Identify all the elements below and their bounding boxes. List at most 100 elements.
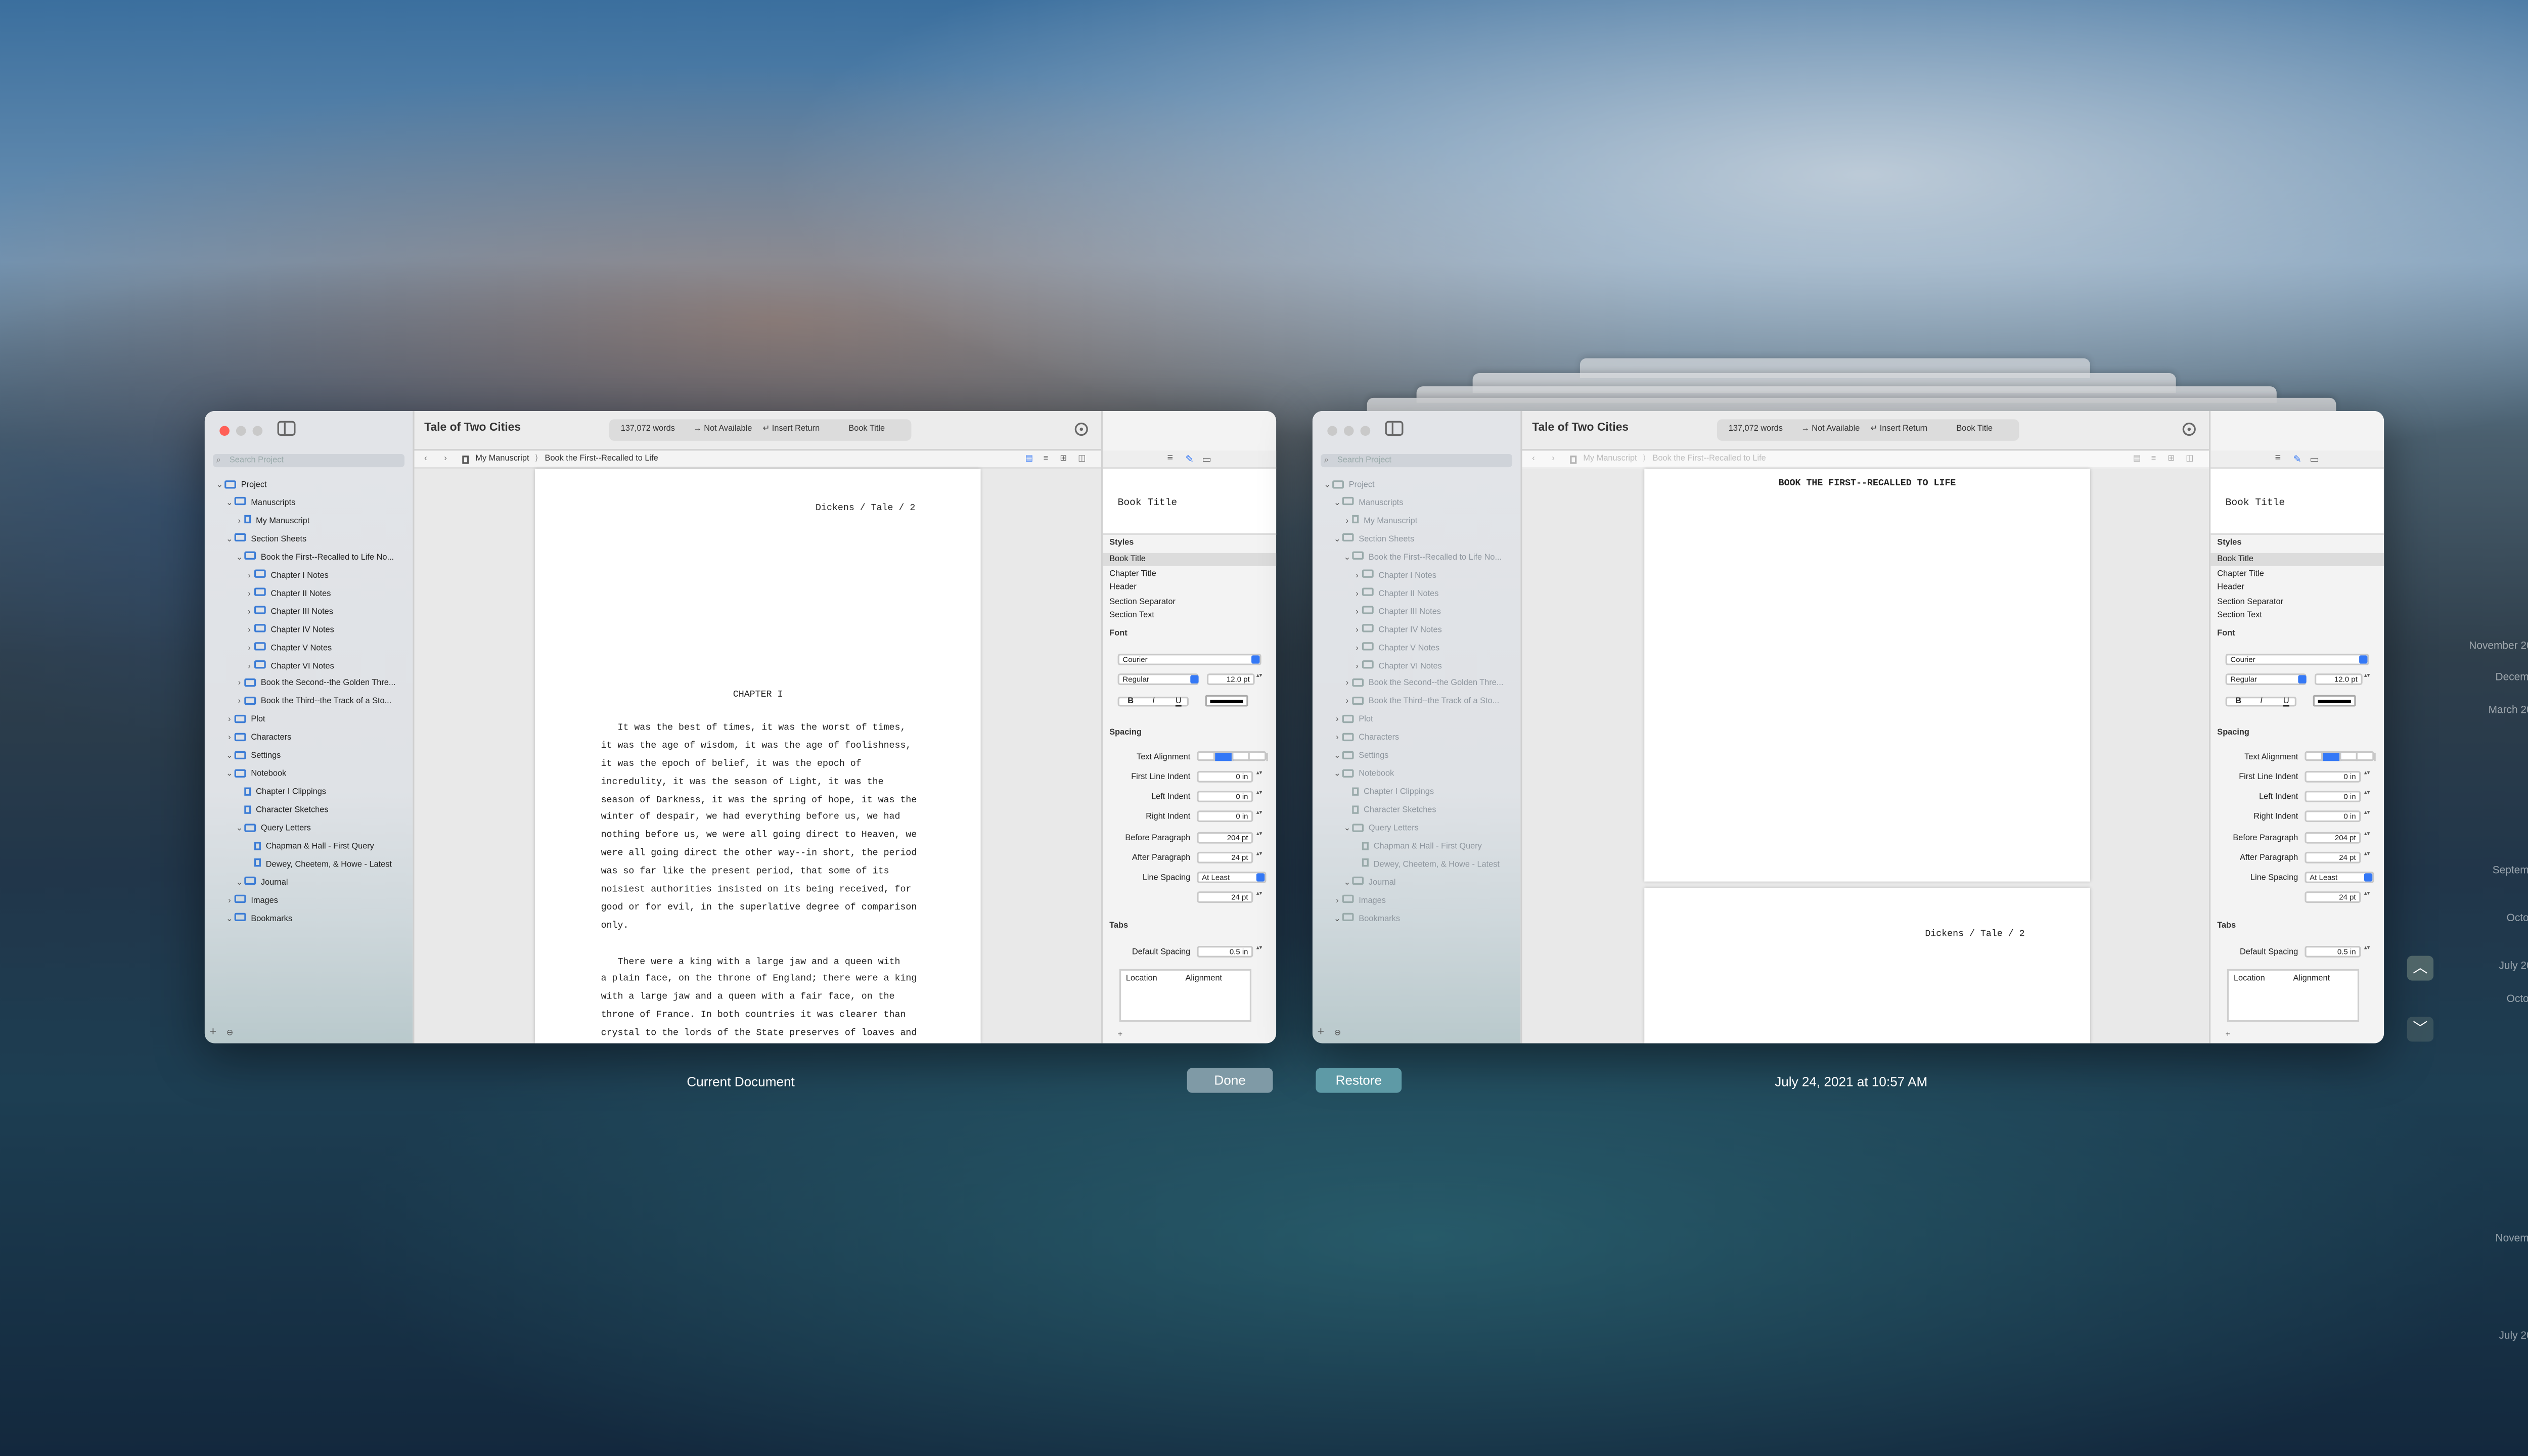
forward-arrow-icon[interactable]: ›: [444, 450, 446, 469]
chevron-right-icon[interactable]: ›: [224, 730, 235, 747]
add-tab-icon[interactable]: +: [1118, 1030, 1123, 1040]
binder-item[interactable]: › Chapter IV Notes: [244, 622, 334, 639]
binder-item[interactable]: Chapter I Clippings: [235, 784, 326, 801]
style-item[interactable]: Chapter Title: [1109, 567, 1275, 580]
left-indent-stepper[interactable]: ▴▾: [1256, 790, 1262, 802]
binder-item[interactable]: Character Sketches: [235, 802, 329, 819]
binder-item[interactable]: › Chapter III Notes: [244, 604, 333, 620]
font-size-stepper[interactable]: ▴▾: [1256, 672, 1262, 685]
outline-icon[interactable]: ≡: [1044, 450, 1049, 469]
binder-item[interactable]: ⌄ Bookmarks: [224, 911, 292, 928]
text-color-swatch[interactable]: [1205, 695, 1248, 707]
manuscript-body[interactable]: It was the best of times, it was the wor…: [601, 720, 981, 1043]
binder-item[interactable]: ⌄ Manuscripts: [224, 495, 295, 512]
word-count[interactable]: 137,072 words: [621, 419, 675, 440]
align-justify-icon[interactable]: [1250, 752, 1268, 761]
font-weight-select[interactable]: Regular: [1117, 673, 1199, 686]
timeline-label[interactable]: July 2020: [2499, 961, 2528, 972]
newer-snapshot-button[interactable]: ︿: [2407, 956, 2434, 981]
first-line-indent-field[interactable]: 0 in: [1197, 770, 1253, 783]
done-button[interactable]: Done: [1187, 1068, 1273, 1093]
sidebar-toggle-icon[interactable]: [277, 421, 296, 436]
binder-item[interactable]: › Images: [224, 893, 278, 909]
binder-item[interactable]: › Characters: [224, 730, 291, 747]
binder-item[interactable]: › Chapter V Notes: [244, 640, 332, 656]
chevron-right-icon[interactable]: ›: [244, 658, 254, 674]
chevron-right-icon[interactable]: ›: [235, 694, 245, 711]
style-item[interactable]: Header: [1109, 581, 1275, 595]
chevron-right-icon[interactable]: ›: [244, 604, 254, 620]
chevron-right-icon[interactable]: ›: [235, 513, 245, 530]
back-arrow-icon[interactable]: ‹: [424, 450, 427, 469]
add-icon[interactable]: +: [210, 1027, 216, 1038]
chevron-right-icon[interactable]: ›: [224, 893, 235, 909]
binder-item[interactable]: › Plot: [224, 712, 265, 729]
right-indent-field[interactable]: 0 in: [1197, 810, 1253, 823]
timeline-label[interactable]: December: [2496, 672, 2528, 684]
chevron-down-icon[interactable]: ⌄: [224, 495, 235, 512]
default-spacing-field[interactable]: 0.5 in: [1197, 946, 1253, 958]
font-family-select[interactable]: Courier: [1117, 654, 1261, 665]
binder-item[interactable]: › Book the Third--the Track of a Sto...: [235, 694, 391, 711]
timeline-label[interactable]: July 2021: [2499, 1331, 2528, 1342]
timeline-label[interactable]: March 2019: [2489, 705, 2528, 716]
font-size-field[interactable]: 12.0 pt: [1206, 673, 1255, 686]
current-document-window[interactable]: ⌕ Search Project ⌄ Project ⌄ Manuscripts › My …: [204, 411, 1277, 1043]
editor-area[interactable]: Dickens / Tale / 2 CHAPTER I It was the …: [414, 469, 1101, 1043]
close-button[interactable]: [219, 426, 230, 436]
binder-item[interactable]: ⌄ Query Letters: [235, 821, 311, 837]
older-snapshot-button[interactable]: ﹀: [2407, 1017, 2434, 1042]
comments-icon[interactable]: ▭: [1202, 454, 1211, 466]
remove-icon[interactable]: ⊖: [227, 1028, 234, 1038]
chevron-down-icon[interactable]: ⌄: [235, 821, 245, 837]
style-item[interactable]: Book Title: [1103, 553, 1277, 566]
binder-item[interactable]: ⌄ Journal: [235, 875, 288, 891]
binder-item[interactable]: ⌄ Section Sheets: [224, 531, 306, 548]
align-right-icon[interactable]: [1233, 752, 1250, 761]
binder-item[interactable]: ⌄ Book the First--Recalled to Life No...: [235, 550, 394, 566]
italic-button[interactable]: I: [1152, 697, 1155, 707]
zoom-button[interactable]: [252, 426, 263, 436]
split-view-icon[interactable]: ◫: [1078, 450, 1086, 469]
timeline-label[interactable]: October: [2507, 913, 2528, 925]
binder-item[interactable]: › Chapter II Notes: [244, 585, 331, 602]
chevron-right-icon[interactable]: ›: [224, 712, 235, 729]
align-center-icon[interactable]: [1215, 752, 1233, 761]
binder-item[interactable]: ⌄ Notebook: [224, 766, 286, 783]
align-left-icon[interactable]: [1199, 752, 1216, 761]
corkboard-icon[interactable]: ⊞: [1060, 450, 1067, 469]
minimize-button[interactable]: [236, 426, 246, 436]
binder-item[interactable]: ⌄ Project: [214, 477, 267, 494]
timeline-label[interactable]: October: [2507, 994, 2528, 1006]
chevron-down-icon[interactable]: ⌄: [235, 550, 245, 566]
timeline-label[interactable]: November 2018: [2469, 641, 2528, 652]
right-indent-stepper[interactable]: ▴▾: [1256, 809, 1262, 822]
binder-item[interactable]: › Book the Second--the Golden Thre...: [235, 676, 395, 693]
chevron-down-icon[interactable]: ⌄: [224, 766, 235, 783]
notes-icon[interactable]: ≡: [1167, 454, 1173, 464]
binder-item[interactable]: Dewey, Cheetem, & Howe - Latest: [244, 856, 392, 873]
chevron-right-icon[interactable]: ›: [244, 640, 254, 656]
before-paragraph-stepper[interactable]: ▴▾: [1256, 831, 1262, 844]
binder-item[interactable]: ⌄ Settings: [224, 748, 281, 765]
binder-item[interactable]: Chapman & Hall - First Query: [244, 839, 374, 855]
first-line-indent-stepper[interactable]: ▴▾: [1256, 769, 1262, 783]
line-spacing-field[interactable]: 24 pt: [1197, 891, 1253, 903]
snapshot-window[interactable]: ⌕ Search Project ⌄ Project ⌄ Manuscripts › My …: [1312, 411, 2384, 1043]
chevron-down-icon[interactable]: ⌄: [224, 748, 235, 765]
insert-return[interactable]: ↵ Insert Return: [763, 419, 820, 440]
style-item[interactable]: Section Text: [1109, 610, 1275, 623]
search-field[interactable]: ⌕ Search Project: [213, 453, 404, 468]
text-alignment-segment[interactable]: [1197, 751, 1268, 761]
default-spacing-stepper[interactable]: ▴▾: [1256, 945, 1262, 958]
chevron-right-icon[interactable]: ›: [235, 676, 245, 693]
snapshot-stack-layer[interactable]: [1367, 397, 2336, 413]
binder-item[interactable]: › Chapter I Notes: [244, 567, 329, 584]
formatting-icon[interactable]: ✎: [1185, 454, 1193, 466]
chevron-down-icon[interactable]: ⌄: [224, 531, 235, 548]
current-style[interactable]: Book Title: [848, 419, 885, 440]
underline-button[interactable]: U: [1176, 697, 1182, 707]
after-paragraph-field[interactable]: 24 pt: [1197, 851, 1253, 863]
manuscript-page[interactable]: Dickens / Tale / 2 CHAPTER I It was the …: [534, 469, 981, 1043]
before-paragraph-field[interactable]: 204 pt: [1197, 832, 1253, 844]
